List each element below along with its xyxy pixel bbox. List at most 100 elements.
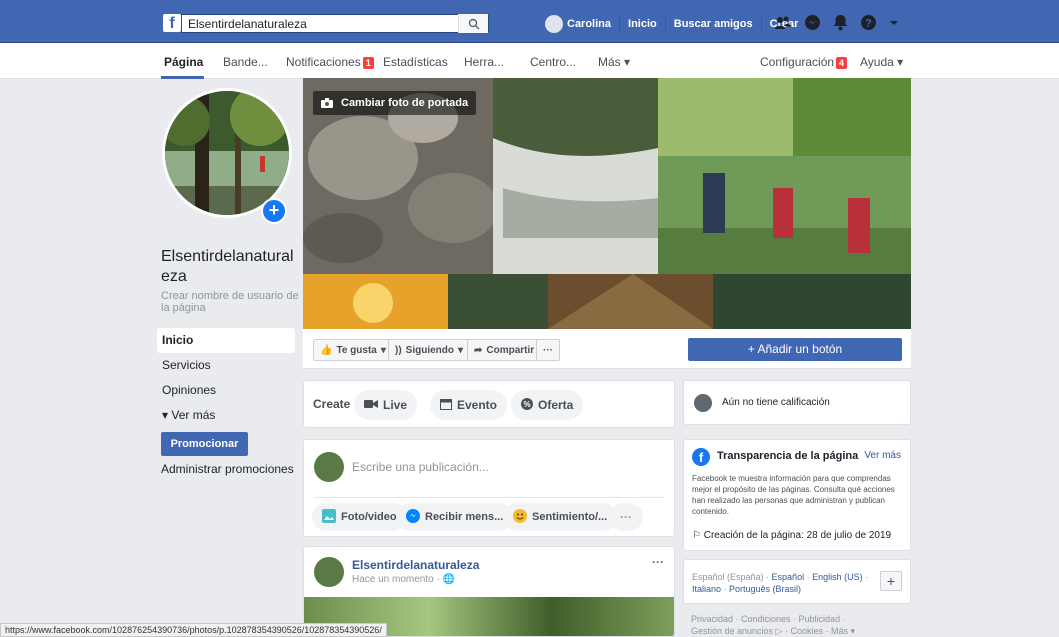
facebook-circle-icon: f [692, 448, 710, 466]
sidebar-item-reviews[interactable]: Opiniones [157, 378, 295, 403]
facebook-logo-icon[interactable]: f [163, 14, 181, 32]
user-avatar [545, 15, 563, 34]
notifications-bell-icon[interactable] [833, 14, 848, 31]
transparency-see-more-link[interactable]: Ver más [864, 450, 901, 461]
chevron-down-icon: ▾ [458, 344, 464, 356]
create-username-link[interactable]: Crear nombre de usuario de la página [161, 290, 301, 314]
transparency-body: Facebook te muestra información para que… [692, 474, 895, 516]
footer-line-2[interactable]: Gestión de anuncios ▷ · Cookies · Más ▾ [691, 625, 855, 637]
nav-home-link[interactable]: Inicio [620, 14, 666, 34]
rating-card: Aún no tiene calificación [683, 380, 911, 425]
flag-icon: ⚐ [692, 530, 704, 541]
page-avatar [314, 452, 344, 482]
messenger-icon [406, 508, 420, 526]
page-title[interactable]: Elsentirdelanaturaleza [161, 247, 301, 287]
see-more-label: Ver más [171, 408, 216, 422]
like-button[interactable]: 👍 Te gusta ▾ [313, 339, 393, 361]
language-spanish-link[interactable]: Español [772, 572, 805, 582]
see-more-link[interactable]: ▾ Ver más [157, 403, 295, 428]
search-icon [468, 18, 479, 29]
change-cover-button[interactable]: Cambiar foto de portada [313, 91, 477, 115]
top-icons: ? [774, 14, 899, 31]
create-card: Create Live Evento % Oferta [303, 380, 675, 428]
composer-more-button[interactable]: ··· [609, 503, 643, 531]
language-english-link[interactable]: English (US) [812, 572, 863, 582]
page-creation-date: ⚐ Creación de la página: 28 de julio de … [692, 530, 891, 541]
nav-find-friends-link[interactable]: Buscar amigos [666, 14, 762, 34]
language-italian-link[interactable]: Italiano [692, 584, 721, 594]
composer-input[interactable]: Escribe una publicación... [352, 460, 489, 474]
feeling-button[interactable]: Sentimiento/... [503, 503, 618, 531]
photo-video-button[interactable]: Foto/video [312, 503, 407, 531]
share-button[interactable]: ➦ Compartir [467, 339, 542, 361]
photo-video-label: Foto/video [341, 511, 397, 523]
transparency-card: f Transparencia de la página Ver más Fac… [683, 439, 911, 551]
tab-inbox[interactable]: Bande... [223, 55, 268, 69]
settings-badge: 4 [836, 57, 848, 69]
tab-notifications[interactable]: Notificaciones 1 [286, 55, 374, 69]
event-button[interactable]: Evento [430, 390, 508, 420]
composer-card: Escribe una publicación... Foto/video Re… [303, 439, 675, 537]
offer-label: Oferta [538, 398, 574, 412]
share-label: Compartir [486, 344, 535, 356]
rating-text: Aún no tiene calificación [722, 397, 830, 408]
tab-center[interactable]: Centro... [530, 55, 576, 69]
rating-icon [694, 394, 712, 412]
page-tabs-bar: Página Bande... Notificaciones 1 Estadíst… [0, 43, 1059, 79]
language-current: Español (España) [692, 572, 764, 582]
tab-more[interactable]: Más ▾ [598, 55, 630, 69]
manage-promotions-link[interactable]: Administrar promociones [161, 462, 294, 476]
event-label: Evento [457, 398, 498, 412]
camera-icon [321, 98, 333, 108]
tab-tools[interactable]: Herra... [464, 55, 504, 69]
offer-button[interactable]: % Oferta [511, 390, 584, 420]
language-list: Español (España) · Español · English (US… [692, 572, 869, 594]
get-messages-label: Recibir mens... [425, 511, 504, 523]
tab-settings[interactable]: Configuración 4 [760, 55, 848, 69]
friend-requests-icon[interactable] [774, 15, 792, 31]
cover-photo-collage[interactable] [303, 78, 911, 329]
search-button[interactable] [458, 14, 488, 33]
add-language-button[interactable]: + [880, 571, 902, 591]
post-timestamp[interactable]: Hace un momento · 🌐 [352, 574, 455, 585]
feeling-label: Sentimiento/... [532, 511, 608, 523]
post-options-button[interactable]: ··· [652, 555, 664, 569]
top-nav-links: Carolina Inicio Buscar amigos Crear [537, 14, 806, 34]
user-name: Carolina [567, 18, 612, 30]
sidebar-item-home[interactable]: Inicio [157, 328, 295, 353]
promote-button[interactable]: Promocionar [161, 432, 248, 456]
chevron-down-icon: ▾ [380, 344, 386, 356]
tab-insights[interactable]: Estadísticas [383, 55, 448, 69]
add-profile-photo-button[interactable]: + [261, 198, 287, 224]
tab-notifications-label: Notificaciones [286, 55, 361, 69]
rss-icon: )) [395, 344, 402, 356]
sidebar-item-services[interactable]: Servicios [157, 353, 295, 378]
account-menu-chevron-icon[interactable] [889, 19, 899, 27]
thumbs-up-icon: 👍 [320, 344, 333, 356]
tab-page[interactable]: Página [164, 55, 203, 69]
calendar-icon [440, 398, 452, 413]
post-author-avatar[interactable] [314, 557, 344, 587]
page-left-menu: Inicio Servicios Opiniones ▾ Ver más [157, 328, 295, 428]
following-button[interactable]: )) Siguiendo ▾ [388, 339, 471, 361]
language-portuguese-link[interactable]: Português (Brasil) [729, 584, 801, 594]
search-box [181, 14, 489, 33]
smiley-icon [513, 508, 527, 526]
following-label: Siguiendo [405, 344, 455, 356]
footer-line-1[interactable]: Privacidad · Condiciones · Publicidad · [691, 613, 855, 625]
add-button-cta[interactable]: + Añadir un botón [688, 338, 902, 361]
get-messages-button[interactable]: Recibir mens... [396, 503, 514, 531]
like-label: Te gusta [336, 344, 377, 356]
messenger-icon[interactable] [804, 14, 821, 31]
search-input[interactable] [182, 15, 452, 32]
post-author-name[interactable]: Elsentirdelanaturaleza [352, 558, 479, 572]
live-button[interactable]: Live [354, 390, 418, 420]
help-icon[interactable]: ? [860, 14, 877, 31]
tab-help[interactable]: Ayuda ▾ [860, 55, 903, 69]
more-actions-button[interactable]: ··· [536, 339, 560, 361]
profile-link[interactable]: Carolina [537, 14, 621, 34]
page-creation-text: Creación de la página: 28 de julio de 20… [703, 530, 892, 541]
svg-text:%: % [523, 400, 530, 409]
language-card: Español (España) · Español · English (US… [683, 559, 911, 604]
globe-icon: 🌐 [442, 574, 456, 585]
